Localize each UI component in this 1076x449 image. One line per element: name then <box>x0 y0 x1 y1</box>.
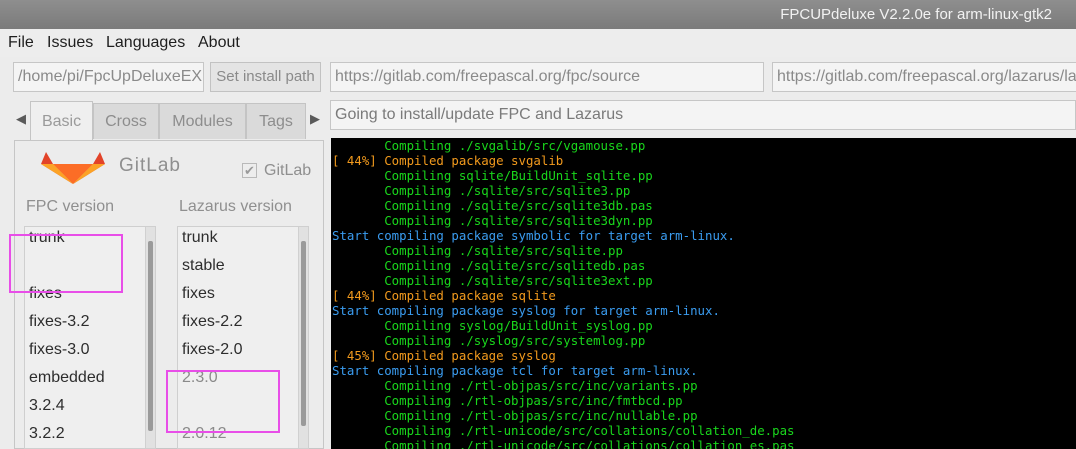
console-line: Compiling syslog/BuildUnit_syslog.pp <box>332 318 653 333</box>
lazarus-version-label: Lazarus version <box>179 198 292 215</box>
gitlab-logo-icon <box>41 152 105 184</box>
console-line: [ 44%] Compiled package svgalib <box>332 153 564 168</box>
highlight-box <box>166 370 280 433</box>
console-line: [ 45%] Compiled package syslog <box>332 348 556 363</box>
tab-scroll-right-icon[interactable]: ▶ <box>310 111 320 127</box>
console-line: Compiling ./rtl-unicode/src/collations/c… <box>332 438 795 449</box>
fpc-url-field[interactable]: https://gitlab.com/freepascal.org/fpc/so… <box>330 62 764 92</box>
tab-basic[interactable]: Basic <box>30 101 93 141</box>
tab-scroll-left-icon[interactable]: ◀ <box>16 111 26 127</box>
gitlab-checkbox[interactable]: ✔ <box>242 163 257 178</box>
list-item[interactable]: fixes-3.0 <box>29 341 89 359</box>
fpc-list-scrollbar[interactable] <box>145 227 155 448</box>
console-line: Compiling ./rtl-unicode/src/collations/c… <box>332 423 795 438</box>
console-output[interactable]: Compiling ./svgalib/src/vgamouse.pp[ 44%… <box>331 138 1076 449</box>
lazarus-url-field[interactable]: https://gitlab.com/freepascal.org/lazaru… <box>772 62 1076 92</box>
console-line: Compiling ./rtl-objpas/src/inc/nullable.… <box>332 408 698 423</box>
console-line: Compiling ./sqlite/src/sqlite3.pp <box>332 183 631 198</box>
console-line: Compiling ./rtl-objpas/src/inc/fmtbcd.pp <box>332 393 683 408</box>
scroll-thumb[interactable] <box>301 241 306 426</box>
window-title: FPCUPdeluxe V2.2.0e for arm-linux-gtk2 <box>780 6 1052 23</box>
tab-tags[interactable]: Tags <box>246 103 306 139</box>
list-item[interactable]: fixes <box>182 285 215 303</box>
menu-languages[interactable]: Languages <box>106 34 185 52</box>
tab-cross[interactable]: Cross <box>93 103 159 139</box>
console-line: Compiling ./sqlite/src/sqlite3db.pas <box>332 198 653 213</box>
list-item[interactable]: 3.2.4 <box>29 397 65 415</box>
tab-modules[interactable]: Modules <box>159 103 246 139</box>
menu-file[interactable]: File <box>8 34 34 52</box>
menu-about[interactable]: About <box>198 34 240 52</box>
fpc-version-label: FPC version <box>26 198 115 215</box>
console-line: Start compiling package tcl for target a… <box>332 363 698 378</box>
menu-bar: File Issues Languages About <box>0 29 1076 57</box>
gitlab-checkbox-label: GitLab <box>264 162 312 179</box>
console-line: Compiling ./syslog/src/systemlog.pp <box>332 333 646 348</box>
console-line: Compiling ./svgalib/src/vgamouse.pp <box>332 138 646 153</box>
list-item[interactable]: fixes-2.2 <box>182 313 242 331</box>
list-item[interactable]: trunk <box>182 229 218 247</box>
status-field: Going to install/update FPC and Lazarus <box>330 100 1076 130</box>
console-line: Compiling sqlite/BuildUnit_sqlite.pp <box>332 168 653 183</box>
list-item[interactable]: 3.2.2 <box>29 425 65 443</box>
list-item[interactable]: fixes-3.2 <box>29 313 89 331</box>
set-install-path-button[interactable]: Set install path <box>210 62 321 92</box>
menu-issues[interactable]: Issues <box>47 34 93 52</box>
console-line: Start compiling package syslog for targe… <box>332 303 720 318</box>
lazarus-list-scrollbar[interactable] <box>298 227 308 448</box>
gitlab-logo-text: GitLab <box>119 155 181 176</box>
list-item[interactable]: embedded <box>29 369 105 387</box>
console-line: Compiling ./sqlite/src/sqlite3dyn.pp <box>332 213 653 228</box>
title-bar: FPCUPdeluxe V2.2.0e for arm-linux-gtk2 <box>0 0 1076 29</box>
console-line: Compiling ./rtl-objpas/src/inc/variants.… <box>332 378 698 393</box>
highlight-box <box>9 234 123 293</box>
console-line: Compiling ./sqlite/src/sqlite3ext.pp <box>332 273 653 288</box>
list-item[interactable]: fixes-2.0 <box>182 341 242 359</box>
console-line: [ 44%] Compiled package sqlite <box>332 288 556 303</box>
console-line: Start compiling package symbolic for tar… <box>332 228 735 243</box>
console-line: Compiling ./sqlite/src/sqlite.pp <box>332 243 623 258</box>
console-line: Compiling ./sqlite/src/sqlitedb.pas <box>332 258 646 273</box>
install-path-field[interactable]: /home/pi/FpcUpDeluxeEX <box>13 62 204 92</box>
list-item[interactable]: stable <box>182 257 225 275</box>
scroll-thumb[interactable] <box>148 241 153 431</box>
